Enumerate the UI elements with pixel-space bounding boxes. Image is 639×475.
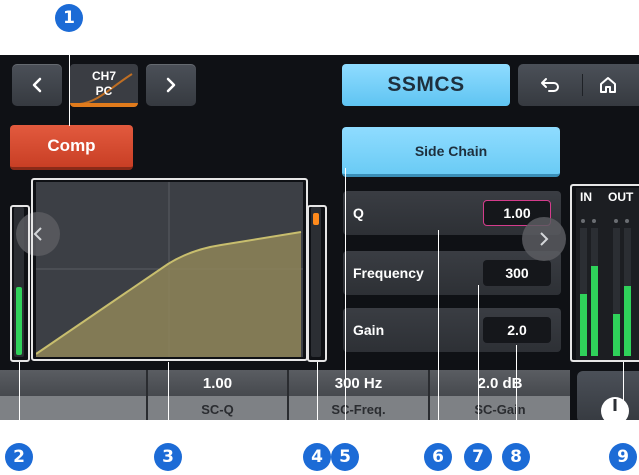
channel-sub-label: PC <box>95 84 113 98</box>
summary-cell-0-label <box>0 398 146 420</box>
callout-line-3 <box>168 362 169 430</box>
next-channel-button[interactable] <box>146 64 196 106</box>
callout-9: 9 <box>609 443 637 471</box>
param-gain[interactable]: Gain 2.0 <box>343 308 561 352</box>
comp-button[interactable]: Comp <box>10 125 133 170</box>
chevron-right-icon <box>540 232 549 246</box>
param-gain-label: Gain <box>353 322 385 338</box>
callout-line-1 <box>69 42 70 126</box>
summary-sc-gain-value[interactable]: 2.0 dB <box>430 370 570 396</box>
callout-4: 4 <box>303 443 331 471</box>
callout-line-2 <box>19 362 20 430</box>
knob-icon <box>601 397 629 420</box>
callout-line-7 <box>478 285 479 430</box>
return-arrow-icon <box>541 78 559 92</box>
callout-line-6 <box>438 230 439 430</box>
side-chain-button[interactable]: Side Chain <box>342 127 560 177</box>
param-frequency[interactable]: Frequency 300 <box>343 251 561 295</box>
nav-button-group <box>518 64 639 106</box>
home-button[interactable] <box>583 64 633 106</box>
callout-2: 2 <box>5 443 33 471</box>
param-frequency-value[interactable]: 300 <box>483 260 551 286</box>
callout-line-8 <box>516 345 517 430</box>
callout-5: 5 <box>331 443 359 471</box>
channel-name: CH7 <box>91 69 116 83</box>
param-q-label: Q <box>353 205 364 221</box>
param-frequency-label: Frequency <box>353 265 424 281</box>
callout-7: 7 <box>464 443 492 471</box>
parameter-summary-strip: 1.00 SC-Q 300 Hz SC-Freq. 2.0 dB SC-Gain <box>0 370 570 420</box>
callout-6: 6 <box>424 443 452 471</box>
highlight-output-meter <box>307 205 327 362</box>
back-button[interactable] <box>518 64 582 106</box>
chevron-right-icon <box>166 77 176 93</box>
param-gain-value[interactable]: 2.0 <box>483 317 551 343</box>
page-title: SSMCS <box>342 64 510 106</box>
knob-button[interactable] <box>577 371 639 420</box>
channel-select-button[interactable]: CH7 PC <box>70 64 138 107</box>
summary-cell-0-value[interactable] <box>0 370 146 396</box>
prev-channel-button[interactable] <box>12 64 62 106</box>
summary-sc-freq-value[interactable]: 300 Hz <box>289 370 428 396</box>
callout-line-4 <box>317 362 318 430</box>
callout-3: 3 <box>154 443 182 471</box>
summary-sc-freq-label: SC-Freq. <box>331 401 386 417</box>
callout-line-9 <box>623 362 624 430</box>
chevron-left-icon <box>32 77 42 93</box>
home-icon <box>600 77 616 93</box>
highlight-input-meter <box>10 205 30 362</box>
callout-line-5 <box>345 168 346 430</box>
summary-sc-gain-label: SC-Gain <box>474 401 526 417</box>
scroll-right-button[interactable] <box>522 217 566 261</box>
highlight-graph <box>31 178 308 361</box>
callout-8: 8 <box>502 443 530 471</box>
highlight-io-meter <box>570 184 639 362</box>
callout-1: 1 <box>55 4 83 32</box>
